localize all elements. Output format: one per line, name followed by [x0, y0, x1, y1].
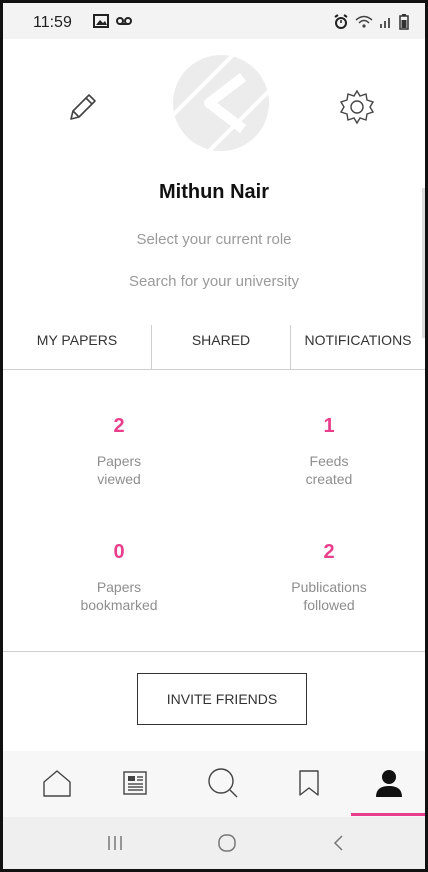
app-screen: 11:59 Mithun Nair Select your current ro… — [3, 3, 425, 869]
phone-frame: 11:59 Mithun Nair Select your current ro… — [0, 0, 428, 872]
stat-label: Publications followed — [291, 579, 367, 613]
stat-papers-viewed: 2 Papers viewed — [39, 415, 199, 488]
status-time: 11:59 — [33, 14, 72, 31]
alarm-icon — [334, 14, 348, 29]
status-right-icons — [333, 14, 409, 30]
profile-tabs: MY PAPERS SHARED NOTIFICATIONS — [3, 325, 425, 370]
back-icon[interactable] — [319, 831, 359, 855]
profile-icon[interactable] — [367, 763, 411, 803]
search-icon[interactable] — [201, 763, 245, 803]
bottom-nav — [3, 751, 425, 817]
battery-icon — [399, 14, 409, 30]
settings-gear-icon[interactable] — [337, 87, 377, 127]
tab-my-papers[interactable]: MY PAPERS — [3, 325, 151, 369]
gallery-icon — [93, 14, 109, 28]
bookmark-icon[interactable] — [287, 763, 331, 803]
stat-publications-followed: 2 Publications followed — [249, 541, 409, 614]
stat-value: 2 — [323, 541, 335, 563]
stat-value: 2 — [113, 415, 125, 437]
role-selector[interactable]: Select your current role — [3, 231, 425, 248]
stat-feeds-created: 1 Feeds created — [249, 415, 409, 488]
signal-icon — [380, 18, 390, 28]
scrollbar[interactable] — [422, 188, 425, 338]
wifi-icon — [355, 15, 373, 28]
home-icon[interactable] — [35, 763, 79, 803]
divider — [3, 651, 425, 652]
avatar[interactable] — [173, 55, 269, 151]
stat-value: 1 — [323, 415, 335, 437]
tab-notifications[interactable]: NOTIFICATIONS — [291, 325, 425, 369]
status-bar: 11:59 — [3, 3, 425, 39]
stat-label: Feeds created — [305, 453, 353, 487]
feed-icon[interactable] — [113, 763, 157, 803]
university-search[interactable]: Search for your university — [3, 273, 425, 290]
stat-label: Papers viewed — [96, 453, 142, 487]
voicemail-icon — [116, 17, 132, 25]
stat-label: Papers bookmarked — [80, 579, 158, 613]
recent-apps-icon[interactable] — [95, 831, 135, 855]
edit-pencil-icon[interactable] — [63, 89, 99, 125]
invite-friends-button[interactable]: INVITE FRIENDS — [137, 673, 307, 725]
tab-shared[interactable]: SHARED — [151, 325, 291, 369]
home-button-icon[interactable] — [207, 831, 247, 855]
active-tab-indicator — [351, 813, 425, 816]
status-left-icons — [93, 14, 133, 28]
profile-name: Mithun Nair — [159, 181, 269, 203]
stat-papers-bookmarked: 0 Papers bookmarked — [39, 541, 199, 614]
system-nav-bar — [3, 817, 425, 869]
stat-value: 0 — [113, 541, 125, 563]
